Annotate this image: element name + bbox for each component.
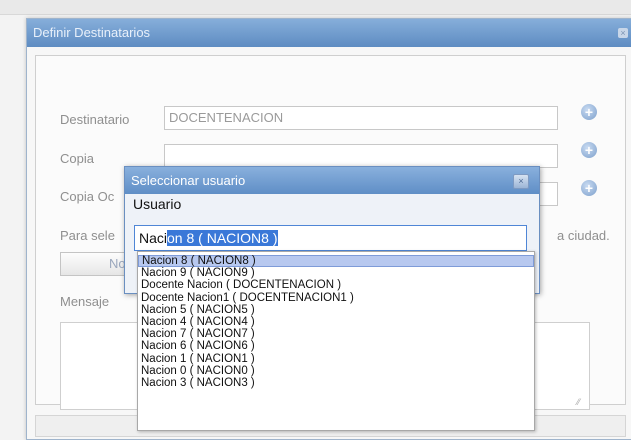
add-copia-oculta-plus-icon[interactable]: +: [581, 180, 597, 196]
dropdown-option[interactable]: Nacion 4 ( NACION4 ): [138, 316, 534, 328]
dropdown-option[interactable]: Nacion 7 ( NACION7 ): [138, 328, 534, 340]
search-autocomplete-selection: on 8 ( NACION8 ): [167, 230, 278, 246]
add-destinatario-plus-icon[interactable]: +: [581, 104, 597, 120]
dropdown-option[interactable]: Nacion 1 ( NACION1 ): [138, 353, 534, 365]
para-seleccionar-text: Para sele: [60, 228, 115, 243]
autocomplete-dropdown: Nacion 8 ( NACION8 ) Nacion 9 ( NACION9 …: [137, 251, 535, 431]
popup-close-icon[interactable]: ×: [513, 174, 529, 189]
mensaje-label: Mensaje: [60, 294, 110, 309]
dropdown-option[interactable]: Docente Nacion1 ( DOCENTENACION1 ): [138, 292, 534, 304]
copia-label: Copia: [60, 151, 94, 166]
dropdown-option[interactable]: Nacion 0 ( NACION0 ): [138, 365, 534, 377]
dropdown-option[interactable]: Nacion 9 ( NACION9 ): [138, 267, 534, 279]
ciudad-text: a ciudad.: [557, 228, 610, 243]
resize-grip-icon[interactable]: ⁄⁄: [577, 397, 580, 407]
dropdown-option[interactable]: Docente Nacion ( DOCENTENACION ): [138, 279, 534, 291]
search-typed-text: Naci: [139, 230, 168, 246]
destinatario-label: Destinatario: [60, 112, 130, 127]
usuario-search-input[interactable]: Nacion 8 ( NACION8 ): [134, 225, 527, 251]
dropdown-option[interactable]: Nacion 5 ( NACION5 ): [138, 304, 534, 316]
dropdown-option[interactable]: Nacion 6 ( NACION6 ): [138, 340, 534, 352]
add-copia-plus-icon[interactable]: +: [581, 142, 597, 158]
dialog-title: Definir Destinatarios: [27, 19, 631, 47]
background-window-strip: [0, 0, 631, 15]
copia-field[interactable]: [164, 144, 558, 168]
dropdown-option-highlighted[interactable]: Nacion 8 ( NACION8 ): [138, 255, 534, 268]
copia-oculta-label: Copia Oc: [60, 189, 115, 204]
dropdown-option[interactable]: Nacion 3 ( NACION3 ): [138, 377, 534, 389]
usuario-label: Usuario: [133, 196, 182, 212]
popup-title: Seleccionar usuario: [125, 167, 539, 194]
dialog-close-icon[interactable]: ×: [618, 28, 628, 38]
destinatario-field[interactable]: DOCENTENACION: [164, 106, 558, 130]
